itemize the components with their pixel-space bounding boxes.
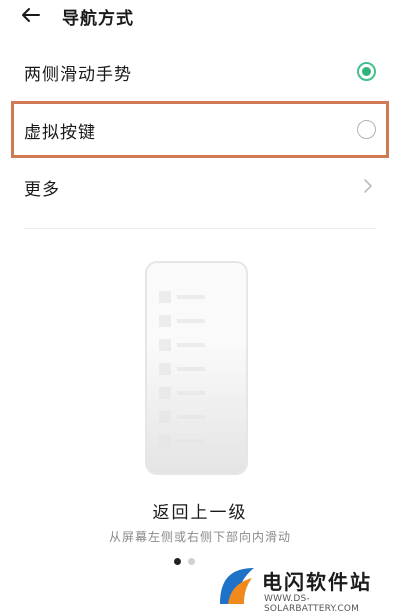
preview-subtitle: 从屏幕左侧或右侧下部向内滑动 (108, 530, 291, 544)
page-dot[interactable] (188, 558, 195, 565)
gesture-preview-illustration (145, 261, 248, 475)
swipe-gradient (147, 343, 246, 473)
annotation-highlight-box (11, 101, 389, 158)
page-dot-active[interactable] (174, 558, 181, 565)
section-divider (24, 228, 376, 229)
watermark-url: WWW.DS-SOLARBATTERY.COM (264, 594, 360, 611)
watermark-title: 电闪软件站 (262, 570, 372, 594)
chevron-right-icon (362, 178, 374, 194)
back-arrow-icon[interactable] (18, 2, 44, 28)
mock-list-item (159, 291, 239, 303)
option-more[interactable]: 更多 (0, 158, 400, 214)
option-two-side-gesture[interactable]: 两侧滑动手势 (0, 44, 400, 100)
site-watermark: 电闪软件站 WWW.DS-SOLARBATTERY.COM (212, 560, 400, 611)
option-label: 更多 (24, 180, 60, 200)
mock-list-item (159, 315, 239, 327)
page-title: 导航方式 (62, 9, 134, 29)
option-label: 两侧滑动手势 (24, 65, 132, 85)
top-bar: 导航方式 (0, 0, 400, 32)
preview-title: 返回上一级 (152, 503, 248, 523)
radio-checked-icon[interactable] (357, 62, 376, 81)
watermark-logo-icon (214, 564, 258, 608)
